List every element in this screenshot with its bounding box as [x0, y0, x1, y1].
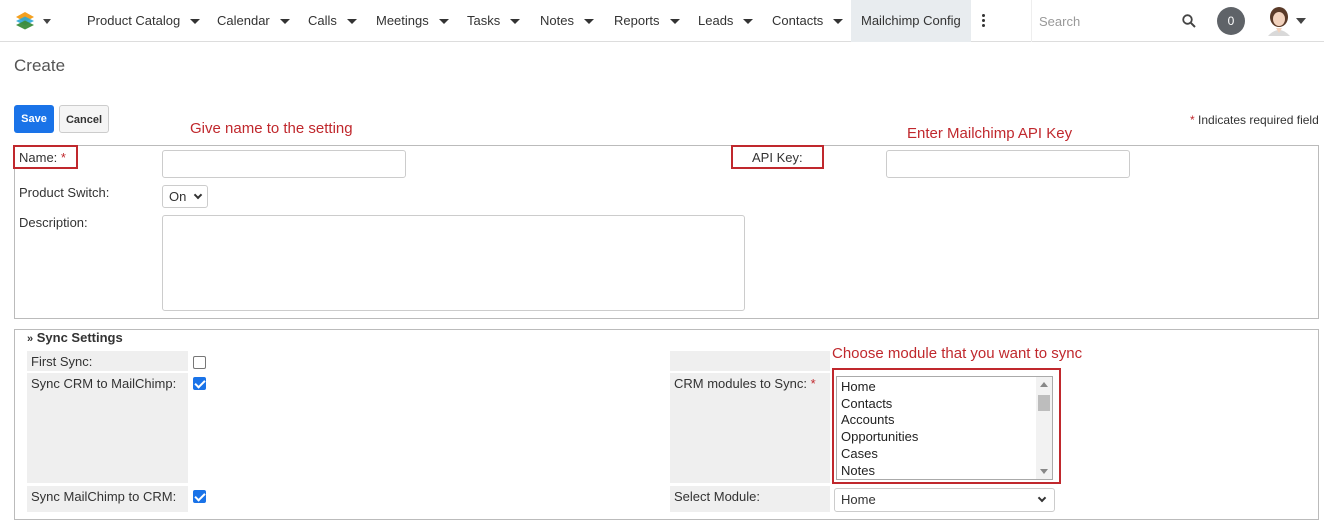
- crm-module-option[interactable]: Contacts: [841, 396, 1048, 413]
- select-module-dropdown[interactable]: Home: [834, 488, 1055, 512]
- api-key-input[interactable]: [886, 150, 1130, 178]
- nav-contacts[interactable]: Contacts: [772, 0, 844, 42]
- save-button[interactable]: Save: [14, 105, 54, 133]
- crm-modules-multiselect[interactable]: Home Contacts Accounts Opportunities Cases No…: [836, 376, 1053, 480]
- top-navigation-bar: Product Catalog Calendar Calls Meetings …: [0, 0, 1324, 42]
- nav-label: Product Catalog: [87, 13, 181, 28]
- nav-reports[interactable]: Reports: [614, 0, 680, 42]
- caret-down-icon: [743, 19, 754, 25]
- nav-leads[interactable]: Leads: [698, 0, 754, 42]
- crm-modules-label-text: CRM modules to Sync:: [674, 376, 807, 391]
- required-star: *: [810, 376, 816, 391]
- required-star: *: [60, 150, 66, 165]
- chevron-up-double-icon: »: [27, 333, 34, 345]
- crm-modules-label: CRM modules to Sync: *: [674, 376, 816, 391]
- name-label: Name: *: [19, 150, 66, 165]
- sync-mailchimp-to-crm-label: Sync MailChimp to CRM:: [31, 489, 177, 504]
- scroll-down-arrow-icon[interactable]: [1040, 469, 1048, 474]
- nav-label: Reports: [614, 13, 660, 28]
- required-field-note: * Indicates required field: [1190, 113, 1319, 127]
- scroll-up-arrow-icon[interactable]: [1040, 382, 1048, 387]
- crm-module-option[interactable]: Accounts: [841, 412, 1048, 429]
- nav-tasks[interactable]: Tasks: [467, 0, 521, 42]
- required-note-text: Indicates required field: [1198, 113, 1319, 127]
- name-label-text: Name:: [19, 150, 58, 165]
- caret-down-icon: [510, 19, 521, 25]
- crm-modules-list: Home Contacts Accounts Opportunities Cases No…: [837, 377, 1052, 479]
- listbox-scrollbar[interactable]: [1036, 377, 1052, 479]
- nav-product-catalog[interactable]: Product Catalog: [87, 0, 201, 42]
- nav-notes[interactable]: Notes: [540, 0, 594, 42]
- required-star: *: [1190, 113, 1195, 127]
- avatar-icon: [1268, 7, 1290, 36]
- first-sync-checkbox[interactable]: [193, 356, 206, 369]
- caret-down-icon: [190, 19, 201, 25]
- nav-label: Tasks: [467, 13, 501, 28]
- sync-settings-title: Sync Settings: [36, 330, 123, 345]
- nav-meetings[interactable]: Meetings: [376, 0, 449, 42]
- scroll-thumb[interactable]: [1038, 395, 1050, 411]
- nav-label: Contacts: [772, 13, 824, 28]
- caret-down-icon: [279, 19, 290, 25]
- nav-label: Leads: [698, 13, 734, 28]
- sync-crm-to-mailchimp-checkbox[interactable]: [193, 377, 206, 390]
- caret-down-icon: [438, 19, 449, 25]
- annotation-name-hint: Give name to the setting: [190, 120, 353, 137]
- description-textarea[interactable]: [162, 215, 745, 311]
- sync-mailchimp-to-crm-checkbox[interactable]: [193, 490, 206, 503]
- search-icon[interactable]: [1182, 14, 1196, 28]
- crm-module-option[interactable]: Cases: [841, 446, 1048, 463]
- nav-label: Notes: [540, 13, 574, 28]
- nav-label: Calendar: [217, 13, 270, 28]
- search-box[interactable]: Search: [1031, 0, 1206, 42]
- nav-label: Calls: [308, 13, 337, 28]
- caret-down-icon: [669, 19, 680, 25]
- blank-label-cell: [670, 351, 830, 371]
- annotation-modules-hint: Choose module that you want to sync: [832, 345, 1083, 362]
- nav-calls[interactable]: Calls: [308, 0, 357, 42]
- nav-label: Meetings: [376, 13, 429, 28]
- select-module-label: Select Module:: [674, 489, 760, 504]
- annotation-api-hint: Enter Mailchimp API Key: [907, 125, 1073, 142]
- search-placeholder: Search: [1039, 14, 1081, 29]
- sync-settings-header[interactable]: » Sync Settings: [27, 330, 123, 345]
- sync-settings-panel: [14, 329, 1319, 520]
- chevron-down-icon: [193, 190, 203, 200]
- nav-label: Mailchimp Config: [861, 13, 961, 28]
- description-label: Description:: [19, 215, 88, 230]
- crm-module-option[interactable]: Opportunities: [841, 429, 1048, 446]
- nav-calendar[interactable]: Calendar: [217, 0, 290, 42]
- more-vertical-icon[interactable]: [982, 14, 986, 28]
- chevron-down-icon: [1037, 493, 1047, 503]
- name-input[interactable]: [162, 150, 406, 178]
- page-title: Create: [14, 56, 66, 75]
- caret-down-icon: [833, 19, 844, 25]
- cancel-button[interactable]: Cancel: [59, 105, 109, 133]
- product-switch-label: Product Switch:: [19, 185, 110, 200]
- caret-down-icon: [583, 19, 594, 25]
- caret-down-icon[interactable]: [1296, 18, 1306, 24]
- sync-crm-to-mailchimp-label: Sync CRM to MailChimp:: [31, 376, 177, 391]
- nav-mailchimp-config[interactable]: Mailchimp Config: [851, 0, 971, 42]
- user-avatar[interactable]: [1265, 6, 1293, 36]
- crm-module-option[interactable]: Notes: [841, 463, 1048, 479]
- layers-logo-icon: [16, 12, 51, 30]
- product-switch-value: On: [169, 189, 187, 204]
- product-switch-select[interactable]: On: [162, 185, 208, 208]
- first-sync-label: First Sync:: [31, 354, 93, 369]
- crm-module-option[interactable]: Home: [841, 379, 1048, 396]
- app-logo-menu[interactable]: [13, 9, 55, 33]
- caret-down-icon: [346, 19, 357, 25]
- select-module-value: Home: [841, 492, 876, 507]
- api-key-label: API Key:: [752, 150, 803, 165]
- notifications-badge[interactable]: 0: [1217, 7, 1245, 35]
